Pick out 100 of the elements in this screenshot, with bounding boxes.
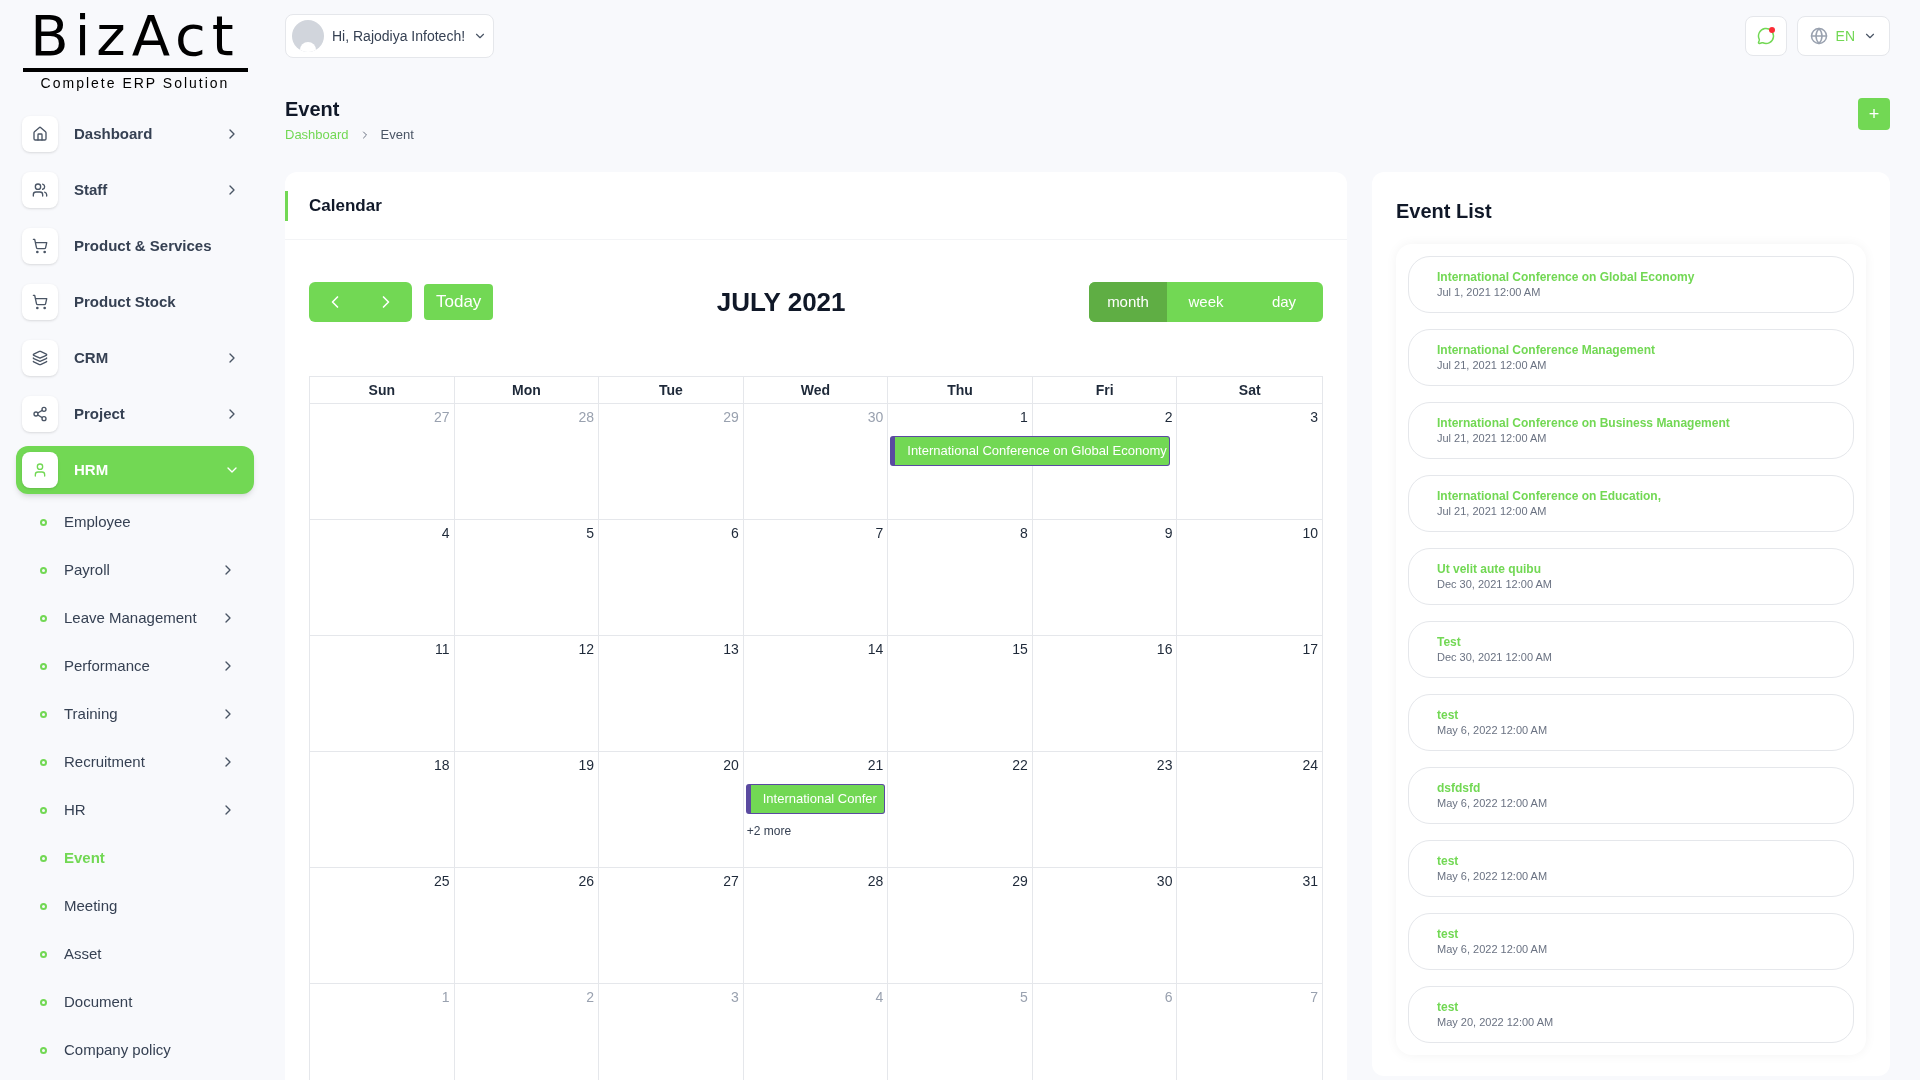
event-list-item[interactable]: dsfdsfd May 6, 2022 12:00 AM bbox=[1408, 767, 1854, 824]
bullet-icon bbox=[40, 518, 47, 526]
event-list-item[interactable]: International Conference Management Jul 21, 2021 12:00 AM bbox=[1408, 329, 1854, 386]
event-list-item[interactable]: test May 6, 2022 12:00 AM bbox=[1408, 913, 1854, 970]
day-number: 29 bbox=[1012, 872, 1029, 891]
bullet-icon bbox=[40, 710, 47, 718]
day-number: 3 bbox=[1310, 408, 1319, 427]
day-number: 25 bbox=[434, 872, 451, 891]
user-menu[interactable]: Hi, Rajodiya Infotech! bbox=[285, 14, 495, 58]
event-list-item[interactable]: test May 6, 2022 12:00 AM bbox=[1408, 840, 1854, 897]
logo-tagline: Complete ERP Solution bbox=[40, 74, 230, 93]
event-date: May 6, 2022 12:00 AM bbox=[1437, 723, 1549, 738]
bullet-icon bbox=[40, 1046, 47, 1054]
bullet-icon bbox=[40, 950, 47, 958]
sidebar-item[interactable]: CRM bbox=[16, 334, 254, 382]
submenu-label: Recruitment bbox=[64, 751, 146, 772]
day-number: 3 bbox=[730, 988, 740, 1007]
day-number: 27 bbox=[723, 872, 740, 891]
submenu-item[interactable]: Asset bbox=[16, 930, 254, 978]
sidebar-label: Product Stock bbox=[74, 291, 177, 312]
day-number: 7 bbox=[875, 524, 885, 543]
event-date: Jul 21, 2021 12:00 AM bbox=[1437, 504, 1548, 519]
event-list-item[interactable]: test May 6, 2022 12:00 AM bbox=[1408, 694, 1854, 751]
day-number: 8 bbox=[1020, 524, 1029, 543]
event-list-item[interactable]: test May 20, 2022 12:00 AM bbox=[1408, 986, 1854, 1043]
day-number: 1 bbox=[441, 988, 451, 1007]
submenu-label: Asset bbox=[64, 943, 103, 964]
submenu-label: Company policy bbox=[64, 1039, 172, 1060]
submenu-item[interactable]: Meeting bbox=[16, 882, 254, 930]
sidebar-item[interactable]: Project bbox=[16, 390, 254, 438]
weekday-header: Sun bbox=[310, 377, 455, 403]
submenu-item[interactable]: HR bbox=[16, 786, 254, 834]
day-number: 9 bbox=[1164, 524, 1174, 543]
event-date: Dec 30, 2021 12:00 AM bbox=[1437, 650, 1553, 665]
bullet-icon bbox=[40, 566, 47, 574]
submenu-label: Employee bbox=[64, 511, 132, 532]
day-number: 29 bbox=[723, 408, 740, 427]
day-number: 4 bbox=[875, 988, 885, 1007]
submenu-item[interactable]: Training bbox=[16, 690, 254, 738]
bullet-icon bbox=[40, 998, 47, 1006]
weekday-header: Wed bbox=[743, 377, 889, 403]
globe-icon bbox=[1809, 27, 1828, 45]
submenu-label: Document bbox=[64, 991, 134, 1012]
submenu-item[interactable]: Recruitment bbox=[16, 738, 254, 786]
event-list-item[interactable]: International Conference on Education, Jul 21, 2021 12:00 AM bbox=[1408, 475, 1854, 532]
submenu-item[interactable]: Employee bbox=[16, 498, 254, 546]
sidebar-item[interactable]: Product & Services bbox=[16, 222, 254, 270]
weekday-header: Tue bbox=[599, 377, 744, 403]
day-number: 23 bbox=[1156, 756, 1174, 775]
submenu-item[interactable]: Payroll bbox=[16, 546, 254, 594]
day-number: 26 bbox=[578, 872, 596, 891]
event-date: Jul 21, 2021 12:00 AM bbox=[1437, 431, 1548, 446]
sidebar-item[interactable]: Dashboard bbox=[16, 110, 254, 158]
cart-icon bbox=[22, 228, 58, 264]
weekday-header: Mon bbox=[454, 377, 600, 403]
event-list-item[interactable]: International Conference on Business Management Jul 21, 2021 12:00 AM bbox=[1408, 402, 1854, 459]
event-list-item[interactable]: International Conference on Global Economy Jul 1, 2021 12:00 AM bbox=[1408, 256, 1854, 313]
avatar-icon bbox=[292, 20, 324, 52]
day-number: 21 bbox=[867, 756, 885, 775]
chat-button[interactable] bbox=[1744, 16, 1787, 56]
event-title: Test bbox=[1437, 634, 1462, 650]
event-title: International Conference on Education, bbox=[1437, 488, 1663, 504]
day-number: 1 bbox=[1020, 408, 1029, 427]
more-link[interactable]: +2 more bbox=[746, 822, 792, 840]
submenu-label: Performance bbox=[64, 655, 151, 676]
event-title: International Conference Management bbox=[1437, 342, 1657, 358]
submenu-label: Payroll bbox=[64, 559, 111, 580]
submenu-item[interactable]: Document bbox=[16, 978, 254, 1026]
bullet-icon bbox=[40, 662, 47, 670]
event-date: May 6, 2022 12:00 AM bbox=[1437, 796, 1549, 811]
event-date: Jul 21, 2021 12:00 AM bbox=[1437, 358, 1548, 373]
submenu-item[interactable]: Company policy bbox=[16, 1026, 254, 1074]
day-number: 7 bbox=[1310, 988, 1319, 1007]
event-date: Jul 1, 2021 12:00 AM bbox=[1437, 285, 1542, 300]
day-number: 4 bbox=[441, 524, 451, 543]
event-title: International Conference on Business Management bbox=[1437, 415, 1731, 431]
submenu-item[interactable]: Leave Management bbox=[16, 594, 254, 642]
view-tab[interactable]: month bbox=[1089, 282, 1167, 322]
day-number: 13 bbox=[723, 640, 740, 659]
share-icon bbox=[22, 396, 58, 432]
event-list-item[interactable]: Ut velit aute quibu Dec 30, 2021 12:00 AM bbox=[1408, 548, 1854, 605]
event-date: May 6, 2022 12:00 AM bbox=[1437, 942, 1549, 957]
day-number: 30 bbox=[1156, 872, 1174, 891]
day-number: 5 bbox=[586, 524, 596, 543]
submenu-item[interactable]: Performance bbox=[16, 642, 254, 690]
sidebar-label: Project bbox=[74, 403, 126, 424]
day-number: 27 bbox=[434, 408, 451, 427]
submenu-label: Event bbox=[64, 847, 106, 868]
event-date: May 20, 2022 12:00 AM bbox=[1437, 1015, 1555, 1030]
sidebar-item[interactable]: Product Stock bbox=[16, 278, 254, 326]
submenu-label: Training bbox=[64, 703, 119, 724]
chat-icon bbox=[1756, 27, 1775, 45]
bullet-icon bbox=[40, 854, 47, 862]
event-list-item[interactable]: Test Dec 30, 2021 12:00 AM bbox=[1408, 621, 1854, 678]
sidebar-item[interactable]: Staff bbox=[16, 166, 254, 214]
users-icon bbox=[22, 172, 58, 208]
bullet-icon bbox=[40, 806, 47, 814]
sidebar-label: Dashboard bbox=[74, 123, 154, 144]
sidebar-label: CRM bbox=[74, 347, 110, 368]
cart-icon bbox=[22, 284, 58, 320]
